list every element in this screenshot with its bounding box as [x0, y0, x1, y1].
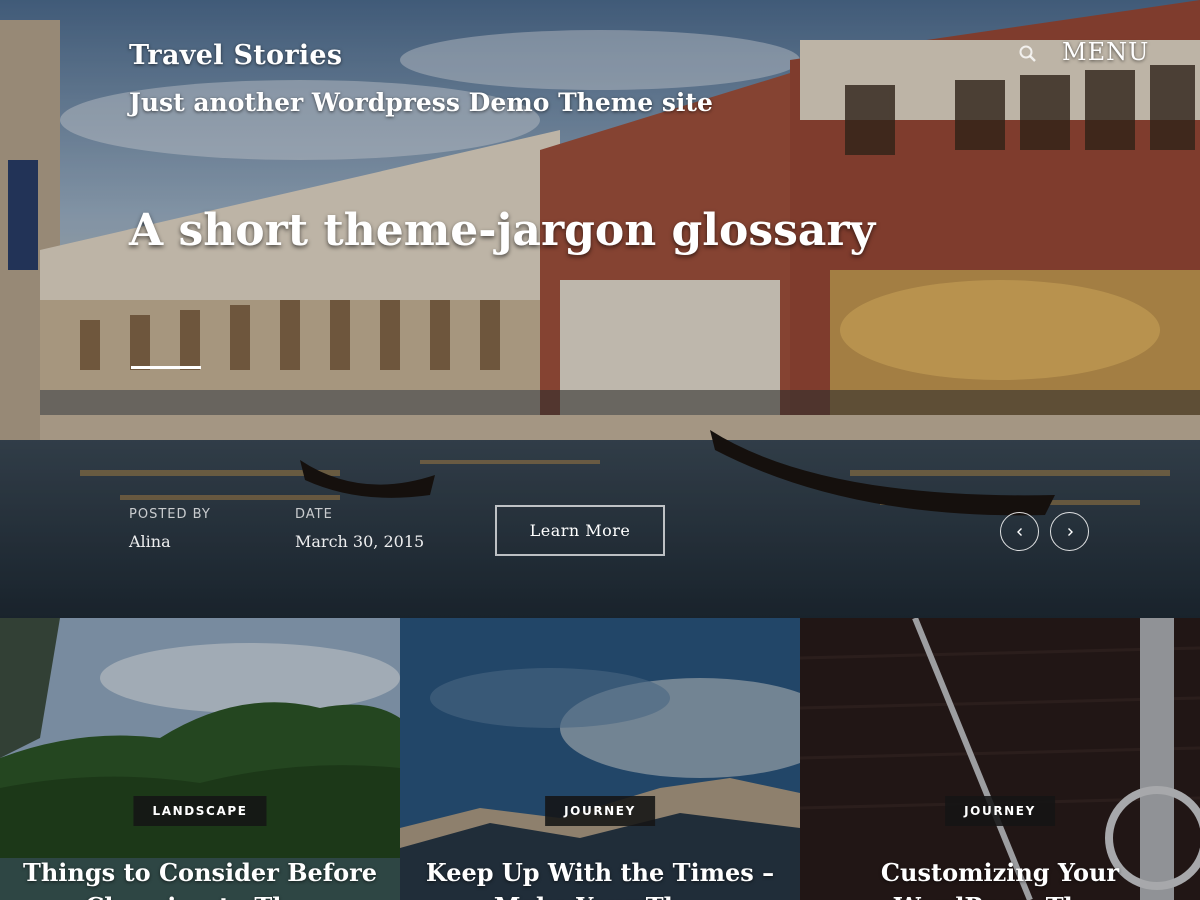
author-name[interactable]: Alina: [129, 532, 171, 551]
slider-next-button[interactable]: [1050, 512, 1089, 551]
category-badge[interactable]: JOURNEY: [945, 796, 1055, 826]
category-badge[interactable]: JOURNEY: [545, 796, 655, 826]
card-title[interactable]: Things to Consider Before Choosing to Th…: [20, 856, 380, 900]
title-divider: [131, 366, 201, 369]
hero-slider: Travel Stories Just another Wordpress De…: [0, 0, 1200, 618]
category-badge[interactable]: LANDSCAPE: [133, 796, 267, 826]
post-date: March 30, 2015: [295, 532, 425, 551]
date-label: DATE: [295, 507, 333, 522]
menu-button[interactable]: MENU: [1062, 38, 1149, 66]
site-title[interactable]: Travel Stories: [129, 40, 342, 71]
chevron-right-icon: [1067, 527, 1073, 536]
search-icon: [1019, 45, 1036, 62]
chevron-left-icon: [1016, 527, 1022, 536]
post-card[interactable]: JOURNEY Customizing Your WordPress Th...: [800, 618, 1200, 900]
card-title[interactable]: Keep Up With the Times – Make Your Th...: [420, 856, 780, 900]
post-card[interactable]: JOURNEY Keep Up With the Times – Make Yo…: [400, 618, 800, 900]
learn-more-button[interactable]: Learn More: [495, 505, 665, 556]
posted-by-label: POSTED BY: [129, 507, 211, 522]
slider-prev-button[interactable]: [1000, 512, 1039, 551]
card-title[interactable]: Customizing Your WordPress Th...: [820, 856, 1180, 900]
featured-post-title[interactable]: A short theme-jargon glossary: [129, 205, 875, 256]
search-button[interactable]: [1016, 42, 1040, 66]
site-description: Just another Wordpress Demo Theme site: [129, 88, 713, 117]
post-card[interactable]: LANDSCAPE Things to Consider Before Choo…: [0, 618, 400, 900]
